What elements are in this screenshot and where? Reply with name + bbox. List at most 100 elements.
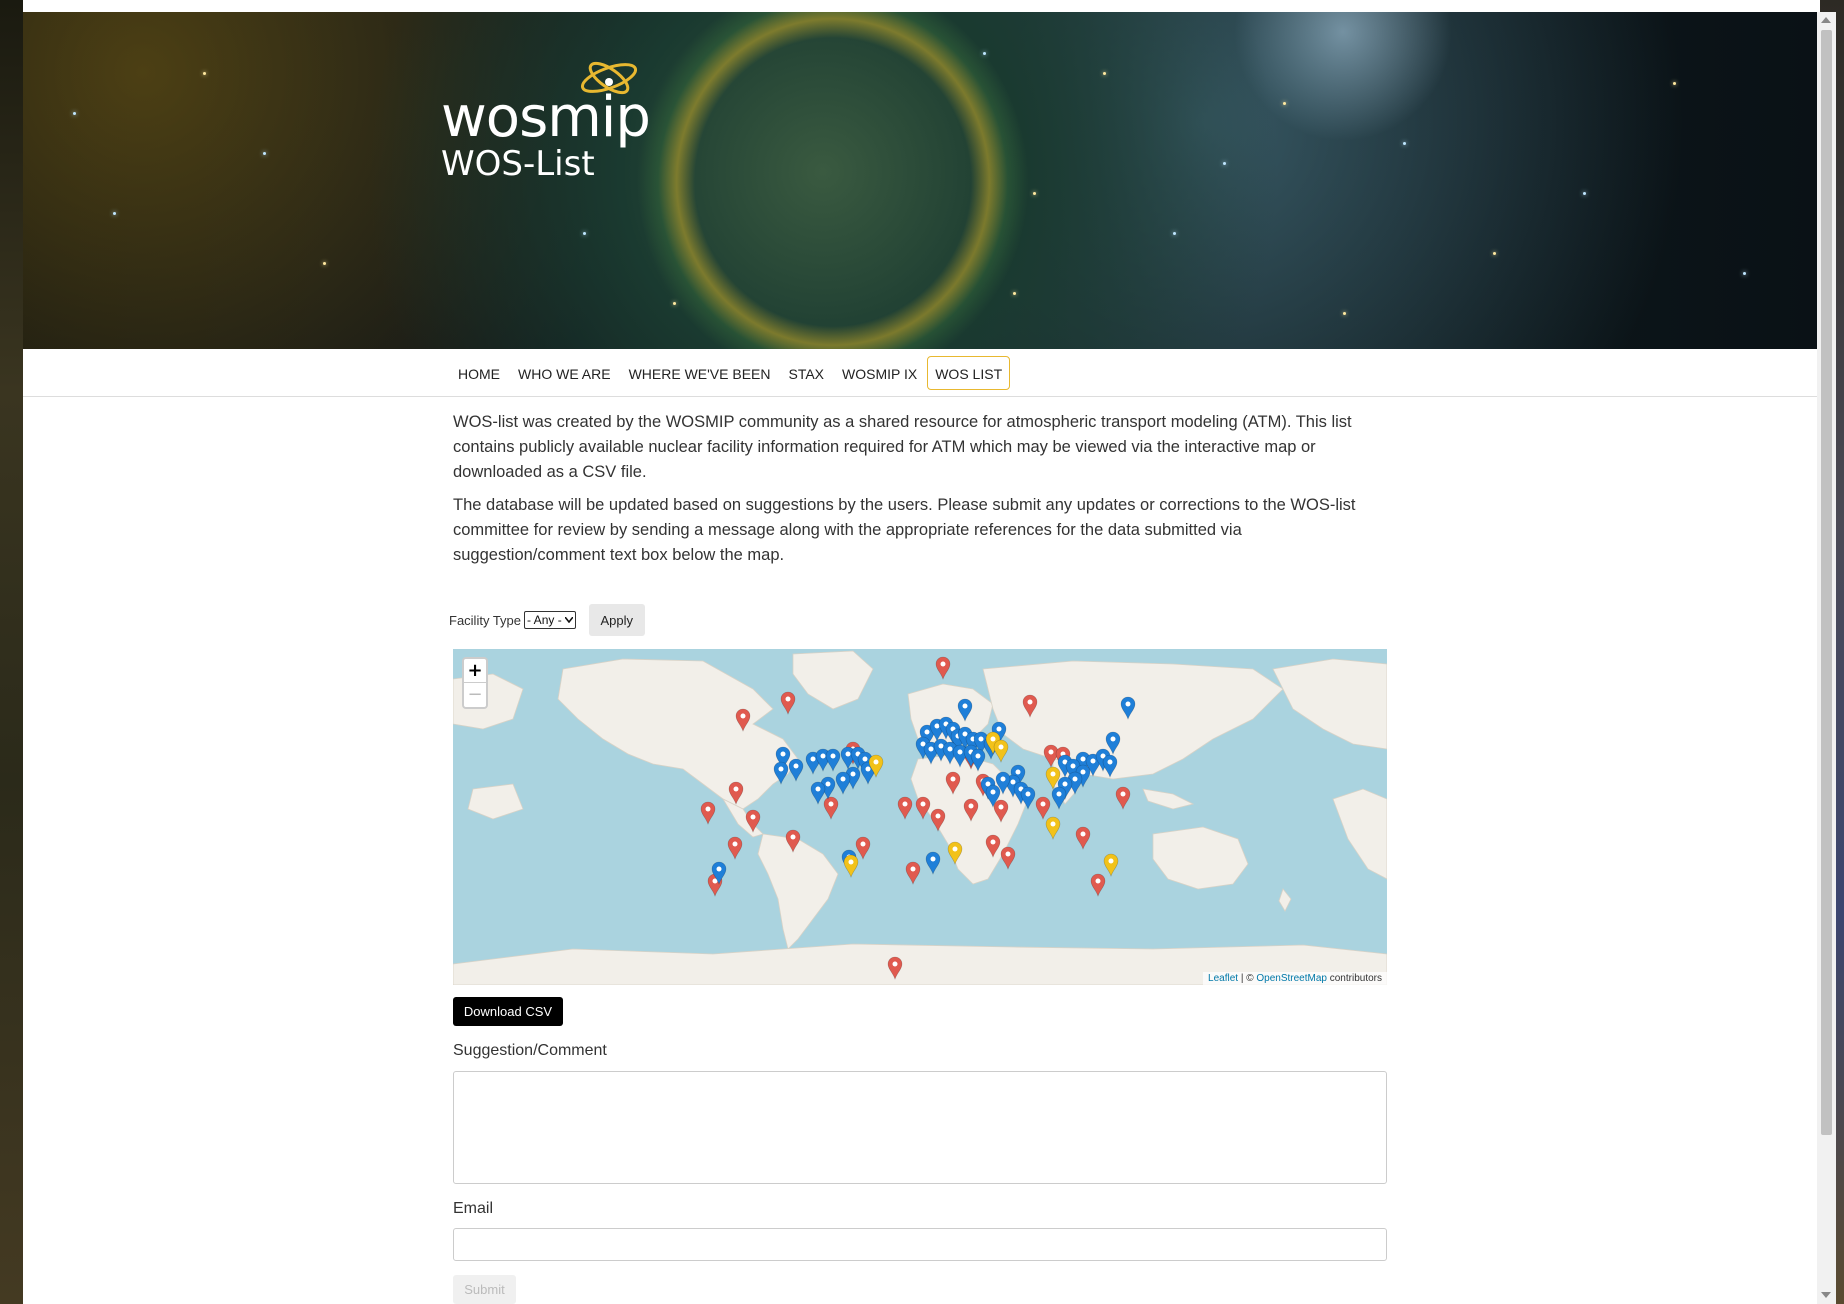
facility-filter: Facility Type - Any - Apply xyxy=(449,604,645,636)
map-marker-dot xyxy=(716,866,722,872)
map-marker-dot xyxy=(828,801,834,807)
map-marker-dot xyxy=(928,746,934,752)
map-marker-dot xyxy=(785,696,791,702)
map-marker-dot xyxy=(892,961,898,967)
intro-section: WOS-list was created by the WOSMIP commu… xyxy=(453,410,1393,576)
map-marker-icon[interactable] xyxy=(855,836,871,860)
map-marker-icon[interactable] xyxy=(835,771,851,795)
facility-type-select[interactable]: - Any - xyxy=(524,611,576,629)
map-marker-icon[interactable] xyxy=(1045,816,1061,840)
map-marker-icon[interactable] xyxy=(925,851,941,875)
submit-button[interactable]: Submit xyxy=(453,1275,516,1304)
map-marker-dot xyxy=(1072,776,1078,782)
map-marker-dot xyxy=(952,846,958,852)
map-marker-dot xyxy=(1070,763,1076,769)
map-marker-dot xyxy=(1015,769,1021,775)
map-marker-dot xyxy=(865,766,871,772)
leaflet-link[interactable]: Leaflet xyxy=(1208,973,1238,984)
nav-item-wos-list[interactable]: WOS LIST xyxy=(927,356,1011,390)
page: wosmip WOS-List HOME WHO WE ARE WHERE WE… xyxy=(23,12,1817,1304)
map-marker-dot xyxy=(1048,749,1054,755)
map-marker-icon[interactable] xyxy=(905,861,921,885)
map-marker-dot xyxy=(815,786,821,792)
window-top-edge xyxy=(0,0,1844,12)
email-field[interactable] xyxy=(453,1228,1387,1261)
nav-item-who-we-are[interactable]: WHO WE ARE xyxy=(510,356,619,390)
nav-item-home[interactable]: HOME xyxy=(450,356,508,390)
map-marker-dot xyxy=(1010,779,1016,785)
map-marker-dot xyxy=(938,743,944,749)
map-marker-icon[interactable] xyxy=(788,758,804,782)
intro-paragraph-1: WOS-list was created by the WOSMIP commu… xyxy=(453,413,1352,481)
map-marker-dot xyxy=(780,751,786,757)
map-marker-dot xyxy=(935,813,941,819)
map-marker-dot xyxy=(1108,858,1114,864)
map-marker-dot xyxy=(1090,758,1096,764)
map-marker-icon[interactable] xyxy=(1090,873,1106,897)
atom-icon xyxy=(580,61,638,95)
apply-button[interactable]: Apply xyxy=(588,604,645,636)
map-marker-icon[interactable] xyxy=(1000,846,1016,870)
map-marker-dot xyxy=(996,726,1002,732)
page-scrollbar[interactable] xyxy=(1817,12,1836,1304)
map-marker-icon[interactable] xyxy=(1035,796,1051,820)
map-marker-icon[interactable] xyxy=(727,836,743,860)
map-marker-dot xyxy=(750,814,756,820)
map-marker-dot xyxy=(732,841,738,847)
map-marker-dot xyxy=(1056,791,1062,797)
window-left-edge xyxy=(0,0,23,1304)
map-marker-icon[interactable] xyxy=(1115,786,1131,810)
map-marker-icon[interactable] xyxy=(915,796,931,820)
map-marker-dot xyxy=(1095,878,1101,884)
map-marker-dot xyxy=(902,801,908,807)
map-marker-dot xyxy=(962,703,968,709)
map-marker-icon[interactable] xyxy=(1075,826,1091,850)
map-marker-icon[interactable] xyxy=(810,781,826,805)
map-marker-icon[interactable] xyxy=(1051,786,1067,810)
suggestion-textarea[interactable] xyxy=(453,1071,1387,1184)
attribution-separator: | © xyxy=(1238,973,1257,984)
nav-item-stax[interactable]: STAX xyxy=(780,356,832,390)
map-marker-dot xyxy=(1110,736,1116,742)
map-marker-dot xyxy=(975,753,981,759)
map-marker-dot xyxy=(810,756,816,762)
nav-item-wosmip-ix[interactable]: WOSMIP IX xyxy=(834,356,925,390)
map-marker-dot xyxy=(957,749,963,755)
map-marker-dot xyxy=(793,763,799,769)
map-marker-icon[interactable] xyxy=(825,748,841,772)
map-marker-icon[interactable] xyxy=(843,854,859,878)
map-marker-icon[interactable] xyxy=(780,691,796,715)
facility-type-selected: - Any - xyxy=(527,613,562,627)
map-marker-dot xyxy=(1005,851,1011,857)
map-marker-dot xyxy=(1120,791,1126,797)
map-marker-icon[interactable] xyxy=(993,739,1009,763)
site-logo[interactable]: wosmip xyxy=(441,52,651,148)
map-marker-dot xyxy=(930,856,936,862)
facility-map[interactable]: + − Leaflet | © OpenStreetMap contributo… xyxy=(453,649,1387,985)
intro-paragraph-2: The database will be updated based on su… xyxy=(453,496,1356,564)
map-marker-icon[interactable] xyxy=(935,656,951,680)
email-label: Email xyxy=(453,1200,494,1217)
scroll-thumb[interactable] xyxy=(1821,30,1832,1135)
main-nav: HOME WHO WE ARE WHERE WE'VE BEEN STAX WO… xyxy=(23,349,1817,397)
scroll-down-icon[interactable] xyxy=(1821,1292,1831,1298)
map-marker-icon[interactable] xyxy=(1103,853,1119,877)
map-marker-dot xyxy=(1025,791,1031,797)
map-marker-dot xyxy=(873,759,879,765)
facility-type-label: Facility Type xyxy=(449,612,522,628)
zoom-out-button[interactable]: − xyxy=(464,683,486,707)
suggestion-label: Suggestion/Comment xyxy=(453,1042,607,1059)
nav-item-where-weve-been[interactable]: WHERE WE'VE BEEN xyxy=(621,356,779,390)
map-marker-dot xyxy=(1050,821,1056,827)
map-marker-icon[interactable] xyxy=(823,796,839,820)
chevron-down-icon xyxy=(564,617,573,623)
scroll-up-icon[interactable] xyxy=(1821,17,1831,23)
map-marker-icon[interactable] xyxy=(897,796,913,820)
download-csv-button[interactable]: Download CSV xyxy=(453,997,563,1026)
map-marker-icon[interactable] xyxy=(700,801,716,825)
header-banner: wosmip WOS-List xyxy=(23,12,1817,349)
map-marker-dot xyxy=(1107,759,1113,765)
openstreetmap-link[interactable]: OpenStreetMap xyxy=(1256,973,1327,984)
map-marker-dot xyxy=(1125,701,1131,707)
zoom-in-button[interactable]: + xyxy=(464,659,486,683)
